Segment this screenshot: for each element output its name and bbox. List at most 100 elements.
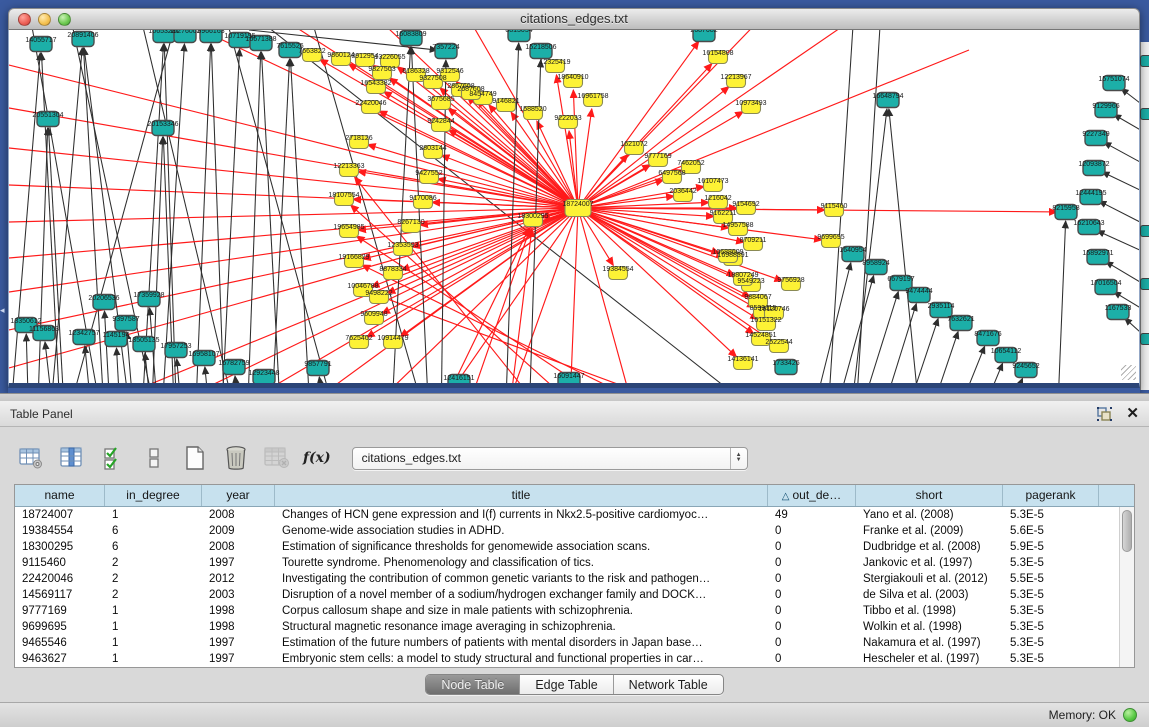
close-window-button[interactable] bbox=[18, 13, 31, 26]
table-cell[interactable]: 18724007 bbox=[15, 507, 105, 523]
column-header-title[interactable]: title bbox=[275, 485, 768, 506]
table-cell[interactable]: 0 bbox=[768, 651, 856, 667]
table-cell[interactable]: 1997 bbox=[202, 635, 275, 651]
graph-edge[interactable] bbox=[925, 332, 958, 383]
graph-edge[interactable] bbox=[39, 208, 578, 383]
graph-edge[interactable] bbox=[161, 44, 184, 383]
table-cell[interactable]: Nakamura et al. (1997) bbox=[856, 635, 1003, 651]
table-cell[interactable]: 2 bbox=[105, 571, 202, 587]
graph-edge[interactable] bbox=[235, 376, 241, 383]
network-graph[interactable]: 1405571720891406106532871527600269661631… bbox=[9, 30, 1139, 383]
graph-edge[interactable] bbox=[441, 155, 578, 208]
graph-edge[interactable] bbox=[1001, 378, 1023, 383]
table-cell[interactable]: 1998 bbox=[202, 603, 275, 619]
table-cell[interactable]: 2 bbox=[105, 587, 202, 603]
table-cell[interactable]: Structural magnetic resonance image aver… bbox=[275, 619, 768, 635]
table-cell[interactable]: 5.3E-5 bbox=[1003, 635, 1099, 651]
table-cell[interactable]: 1997 bbox=[202, 555, 275, 571]
graph-edge[interactable] bbox=[145, 353, 153, 383]
graph-edge[interactable] bbox=[877, 304, 916, 383]
table-cell[interactable]: Genome-wide association studies in ADHD. bbox=[275, 523, 768, 539]
table-cell[interactable]: 2 bbox=[105, 555, 202, 571]
graph-edge[interactable] bbox=[195, 44, 211, 383]
table-cell[interactable]: de Silva et al. (2003) bbox=[856, 587, 1003, 603]
select-all-checks-button[interactable] bbox=[98, 443, 128, 473]
network-canvas[interactable]: 1405571720891406106532871527600269661631… bbox=[8, 30, 1140, 388]
clear-selection-button[interactable] bbox=[139, 443, 169, 473]
graph-edge[interactable] bbox=[1102, 172, 1139, 192]
table-cell[interactable]: 9777169 bbox=[15, 603, 105, 619]
table-cell[interactable]: Yano et al. (2008) bbox=[856, 507, 1003, 523]
table-cell[interactable]: Investigating the contribution of common… bbox=[275, 571, 768, 587]
table-settings-button[interactable] bbox=[16, 443, 46, 473]
table-scrollbar[interactable] bbox=[1119, 507, 1134, 667]
panel-splitter[interactable]: ▾ bbox=[0, 393, 1149, 401]
table-row[interactable]: 1830029562008Estimation of significance … bbox=[15, 539, 1134, 555]
table-cell[interactable]: Embryonic stem cells: a model to study s… bbox=[275, 651, 768, 667]
column-header-short[interactable]: short bbox=[856, 485, 1003, 506]
table-cell[interactable]: Hescheler et al. (1997) bbox=[856, 651, 1003, 667]
table-cell[interactable]: 2008 bbox=[202, 507, 275, 523]
table-row[interactable]: 1872400712008Changes of HCN gene express… bbox=[15, 507, 1134, 523]
graph-edge[interactable] bbox=[411, 47, 429, 383]
table-cell[interactable]: Stergiakouli et al. (2012) bbox=[856, 571, 1003, 587]
float-panel-icon[interactable] bbox=[1097, 407, 1112, 421]
table-cell[interactable]: Estimation of significance thresholds fo… bbox=[275, 539, 768, 555]
table-row[interactable]: 946362711997Embryonic stem cells: a mode… bbox=[15, 651, 1134, 667]
zoom-window-button[interactable] bbox=[58, 13, 71, 26]
tab-edge-table[interactable]: Edge Table bbox=[519, 675, 612, 694]
table-row[interactable]: 946554611997Estimation of the future num… bbox=[15, 635, 1134, 651]
graph-edge[interactable] bbox=[809, 263, 851, 383]
graph-edge[interactable] bbox=[9, 208, 578, 330]
table-cell[interactable]: 5.3E-5 bbox=[1003, 555, 1099, 571]
graph-edge[interactable] bbox=[26, 334, 29, 383]
table-cell[interactable]: 0 bbox=[768, 523, 856, 539]
table-cell[interactable]: 49 bbox=[768, 507, 856, 523]
graph-edge[interactable] bbox=[951, 346, 985, 383]
graph-edge[interactable] bbox=[1114, 115, 1139, 132]
table-row[interactable]: 977716911998Corpus callosum shape and si… bbox=[15, 603, 1134, 619]
table-cell[interactable]: 5.9E-5 bbox=[1003, 539, 1099, 555]
table-cell[interactable]: Franke et al. (2009) bbox=[856, 523, 1003, 539]
graph-edge[interactable] bbox=[901, 319, 938, 383]
close-panel-icon[interactable]: ✕ bbox=[1126, 405, 1139, 422]
table-cell[interactable]: 5.6E-5 bbox=[1003, 523, 1099, 539]
network-window-titlebar[interactable]: citations_edges.txt bbox=[8, 8, 1140, 30]
graph-edge[interactable] bbox=[1121, 88, 1139, 103]
graph-edge[interactable] bbox=[9, 108, 578, 208]
table-cell[interactable]: 5.5E-5 bbox=[1003, 571, 1099, 587]
graph-edge[interactable] bbox=[569, 208, 578, 383]
table-cell[interactable]: 5.3E-5 bbox=[1003, 651, 1099, 667]
table-cell[interactable]: 6 bbox=[105, 539, 202, 555]
table-cell[interactable]: 5.3E-5 bbox=[1003, 507, 1099, 523]
graph-edge[interactable] bbox=[578, 109, 592, 208]
column-header-pagerank[interactable]: pagerank bbox=[1003, 485, 1099, 506]
memory-status-indicator[interactable] bbox=[1123, 708, 1137, 722]
table-cell[interactable]: 1 bbox=[105, 507, 202, 523]
graph-edge[interactable] bbox=[578, 208, 1057, 212]
select-column-button[interactable] bbox=[57, 443, 87, 473]
table-cell[interactable]: 2008 bbox=[202, 539, 275, 555]
tab-network-table[interactable]: Network Table bbox=[613, 675, 723, 694]
table-cell[interactable]: 2012 bbox=[202, 571, 275, 587]
table-cell[interactable]: 5.3E-5 bbox=[1003, 603, 1099, 619]
graph-edge[interactable] bbox=[211, 44, 225, 383]
graph-edge[interactable] bbox=[116, 348, 121, 383]
table-cell[interactable]: Dudbridge et al. (2008) bbox=[856, 539, 1003, 555]
graph-edge[interactable] bbox=[9, 65, 578, 208]
table-cell[interactable]: Estimation of the future numbers of pati… bbox=[275, 635, 768, 651]
table-cell[interactable]: 19384554 bbox=[15, 523, 105, 539]
table-cell[interactable]: Corpus callosum shape and size in male p… bbox=[275, 603, 768, 619]
table-cell[interactable]: 0 bbox=[768, 635, 856, 651]
table-cell[interactable]: 0 bbox=[768, 619, 856, 635]
graph-edge[interactable] bbox=[855, 292, 898, 383]
function-builder-icon[interactable]: f(x) bbox=[303, 450, 331, 466]
table-cell[interactable]: 1997 bbox=[202, 651, 275, 667]
hide-panel-arrow-icon[interactable]: ◂ bbox=[0, 306, 5, 315]
table-cell[interactable]: 5.3E-5 bbox=[1003, 587, 1099, 603]
table-cell[interactable]: 1 bbox=[105, 635, 202, 651]
table-cell[interactable]: 9115460 bbox=[15, 555, 105, 571]
graph-edge[interactable] bbox=[1099, 201, 1139, 222]
network-select[interactable]: citations_edges.txt ▲▼ bbox=[352, 447, 748, 470]
table-cell[interactable]: 1 bbox=[105, 619, 202, 635]
